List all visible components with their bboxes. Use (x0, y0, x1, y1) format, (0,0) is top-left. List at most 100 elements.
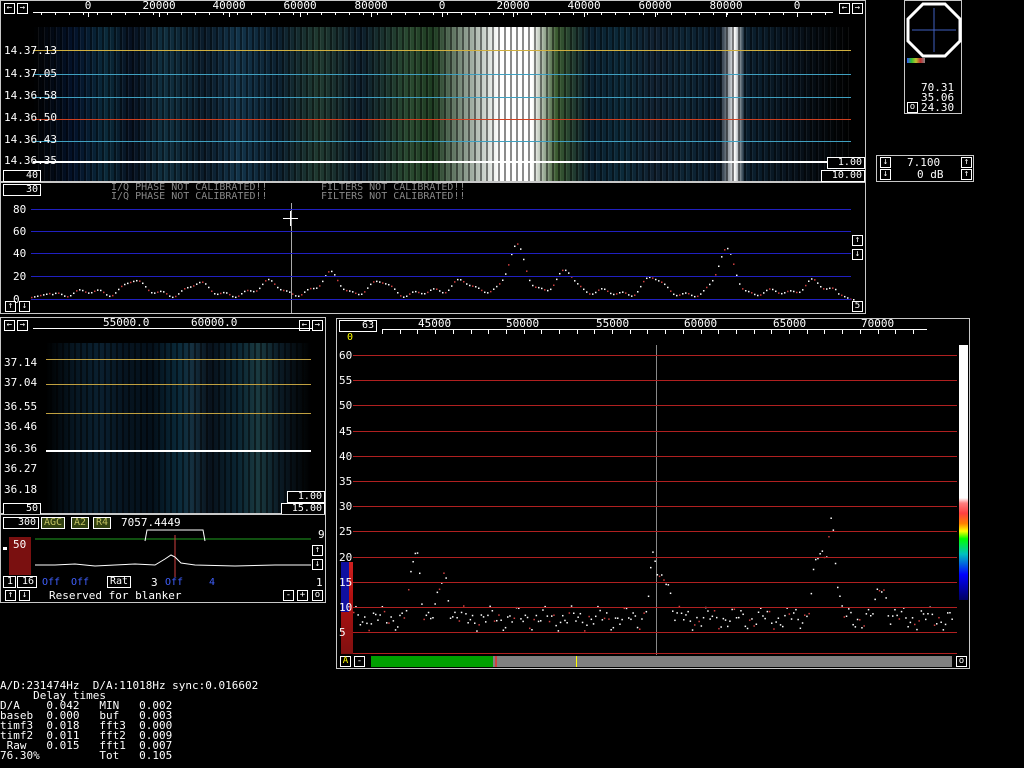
off-button-1[interactable]: Off (42, 577, 60, 588)
hires-point (746, 627, 749, 630)
baseband-gain-value[interactable]: 1.00 (287, 491, 325, 503)
hires-point (722, 617, 725, 620)
spectrum-point (145, 286, 147, 288)
hires-point (933, 624, 936, 627)
spectrum-point (454, 281, 456, 283)
spectrum-point (814, 279, 816, 281)
progress-bar[interactable] (371, 656, 952, 667)
spectrum-right-value[interactable]: 5 (852, 301, 863, 312)
minus-button[interactable]: - (283, 590, 294, 601)
arrow-left-icon[interactable]: ← (839, 3, 850, 14)
hires-point (744, 625, 747, 628)
gain-value[interactable]: 0 dB (917, 169, 944, 180)
freq-down-icon[interactable]: ↓ (880, 157, 891, 168)
hires-point (755, 623, 758, 626)
spectrum-point (823, 288, 825, 290)
coh-1-button[interactable]: 1 (3, 576, 16, 588)
gain-up-icon[interactable]: ↑ (961, 169, 972, 180)
o-button[interactable]: o (312, 590, 323, 601)
level-indicator (3, 547, 7, 550)
spectrum-point (556, 278, 558, 281)
baseband-right-num: 9 (318, 528, 325, 541)
spectrum-point (841, 294, 843, 297)
gain-down-icon[interactable]: ↓ (880, 169, 891, 180)
arrow-up-icon[interactable]: ↑ (852, 235, 863, 246)
spectrum-point (484, 291, 486, 294)
hires-point (848, 608, 850, 610)
spectrum-point (100, 289, 102, 292)
spectrum-point (712, 279, 714, 282)
spectrum-top-value[interactable]: 30 (3, 184, 41, 196)
arrow-left-icon[interactable]: ← (299, 320, 310, 331)
minus-button[interactable]: - (354, 656, 365, 667)
spectrum-point (58, 292, 60, 294)
hires-point (390, 616, 392, 618)
arrow-left-icon[interactable]: ← (4, 3, 15, 14)
scale-minor-tick (83, 12, 84, 15)
off-value-3[interactable]: 4 (209, 577, 215, 588)
a-button[interactable]: A (340, 656, 351, 667)
spectrum-point (106, 294, 108, 296)
hires-y-tick: 55 (339, 374, 353, 387)
waterfall-left-value[interactable]: 40 (3, 170, 41, 182)
hires-point (577, 616, 579, 618)
center-frequency[interactable]: 7.100 (907, 157, 940, 168)
spectrum-point (166, 293, 168, 295)
arrow-right-icon[interactable]: → (852, 3, 863, 14)
arrow-right-icon[interactable]: → (312, 320, 323, 331)
hires-point (531, 629, 533, 631)
arrow-up-icon[interactable]: ↑ (5, 590, 16, 601)
baseband-waterfall-display[interactable] (46, 343, 311, 513)
o-button[interactable]: o (956, 656, 967, 667)
spectrum-gridline (31, 276, 851, 277)
arrow-right-icon[interactable]: → (17, 320, 28, 331)
coh-16-button[interactable]: 16 (17, 576, 37, 588)
spectrum-point (160, 290, 162, 293)
hires-top-value[interactable]: 63 (339, 320, 377, 332)
spectrum-point (685, 292, 687, 294)
meter-panel: 70.31 35.06 24.30 o (904, 0, 962, 114)
spectrum-point (328, 271, 330, 273)
hires-point (870, 614, 872, 617)
spectrum-point (142, 282, 144, 285)
spectrum-point (829, 287, 831, 290)
arrow-up-icon[interactable]: ↑ (312, 545, 323, 556)
scale-minor-tick (433, 12, 434, 15)
spectrum-point (52, 293, 54, 296)
hires-point (949, 611, 951, 614)
baseband-time: 36.18 (4, 483, 38, 496)
arrow-down-icon[interactable]: ↓ (852, 249, 863, 260)
hires-point (364, 616, 366, 618)
hires-point (504, 626, 507, 629)
baseband-time: 37.14 (4, 356, 38, 369)
arrow-right-icon[interactable]: → (17, 3, 28, 14)
freq-up-icon[interactable]: ↑ (961, 157, 972, 168)
rat-label[interactable]: Rat (107, 576, 132, 588)
off-button-2[interactable]: Off (71, 577, 89, 588)
waterfall-display[interactable] (33, 27, 851, 181)
waterfall-gain-value[interactable]: 1.00 (827, 157, 865, 169)
arrow-left-icon[interactable]: ← (4, 320, 15, 331)
hires-point (416, 552, 419, 554)
off-button-3[interactable]: Off (165, 577, 183, 588)
hires-point (661, 574, 663, 576)
hires-point (683, 619, 685, 621)
hires-point (410, 570, 412, 573)
arrow-down-icon[interactable]: ↓ (19, 590, 30, 601)
scale-tick (584, 12, 585, 17)
rat-value[interactable]: 3 (151, 577, 158, 588)
spectrum-point (292, 293, 294, 295)
arrow-down-icon[interactable]: ↓ (312, 559, 323, 570)
spectrum-point (499, 283, 501, 285)
hires-point (918, 620, 920, 622)
arrow-down-icon[interactable]: ↓ (19, 301, 30, 312)
spectrum-point (412, 291, 414, 293)
meter-o-button[interactable]: o (907, 102, 918, 113)
hires-point (650, 566, 652, 569)
spectrum-point (310, 287, 312, 290)
waterfall-zero-value[interactable]: 10.00 (821, 170, 865, 182)
spectrum-point (769, 288, 771, 290)
spectrum-point (361, 293, 363, 296)
plus-button[interactable]: + (297, 590, 308, 601)
bandwidth-value[interactable]: 300 (3, 517, 39, 529)
